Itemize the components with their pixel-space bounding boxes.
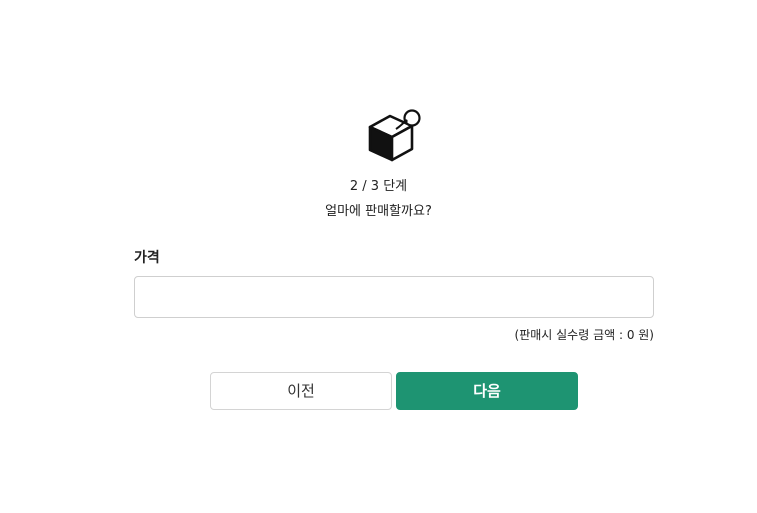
step-indicator: 2 / 3 단계	[349, 179, 408, 194]
price-input[interactable]	[134, 276, 654, 318]
price-tag-box-icon	[366, 107, 422, 163]
next-button[interactable]: 다음	[396, 372, 578, 410]
step-question: 얼마에 판매할까요?	[325, 204, 432, 219]
sell-step-page: 2 / 3 단계 얼마에 판매할까요? 가격 (판매시 실수령 금액 : 0 원…	[0, 0, 757, 513]
prev-button[interactable]: 이전	[210, 372, 392, 410]
settlement-amount-note: (판매시 실수령 금액 : 0 원)	[514, 328, 654, 342]
price-label: 가격	[134, 250, 160, 266]
